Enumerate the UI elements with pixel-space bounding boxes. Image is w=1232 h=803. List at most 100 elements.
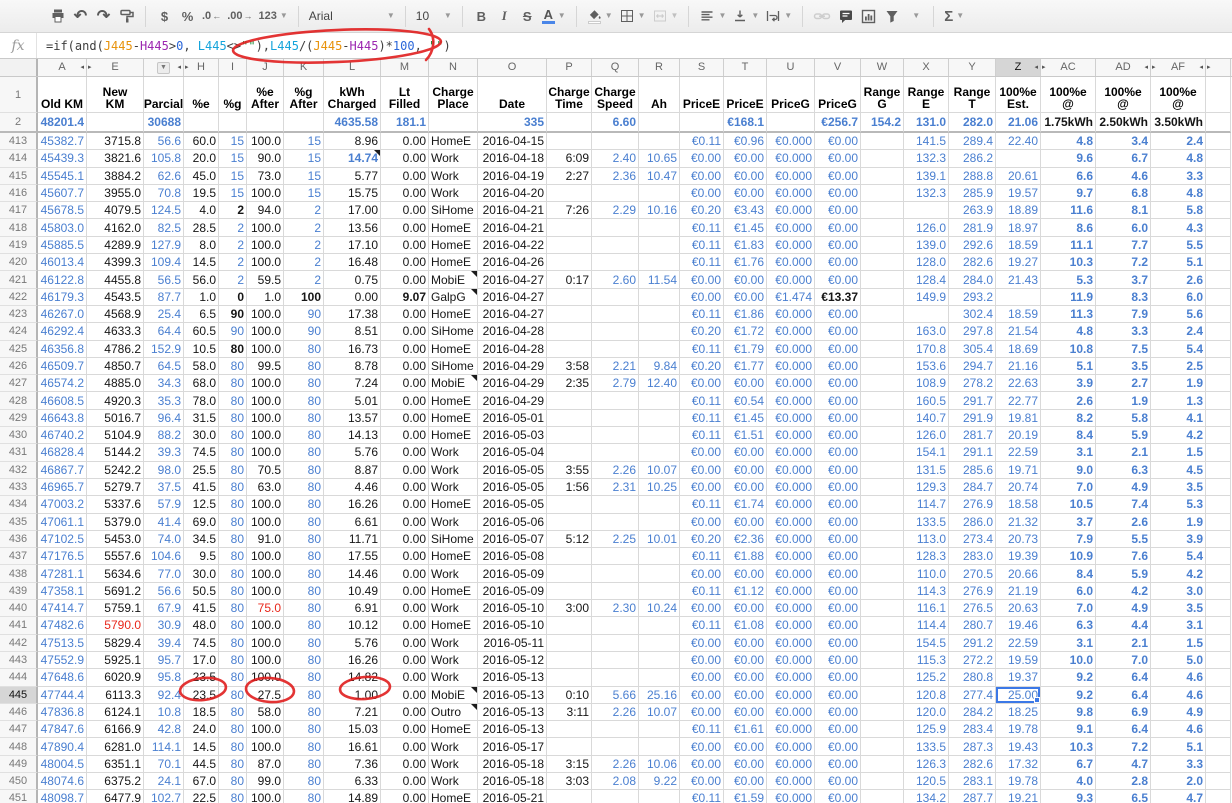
cell-V443[interactable]: €0.00	[815, 652, 861, 669]
cell-AF445[interactable]: 4.6	[1151, 687, 1206, 704]
cell-Z433[interactable]: 20.74	[996, 479, 1041, 496]
row-header-450[interactable]: 450	[0, 773, 38, 790]
cell-Y435[interactable]: 286.0	[949, 514, 996, 531]
cell-AC448[interactable]: 10.3	[1041, 738, 1096, 755]
cell-E443[interactable]: 5925.1	[87, 652, 144, 669]
cell-S445[interactable]: €0.00	[680, 687, 724, 704]
cell-W419[interactable]	[861, 237, 904, 254]
cell-AC429[interactable]: 8.2	[1041, 410, 1096, 427]
cell-W423[interactable]	[861, 306, 904, 323]
cell-A439[interactable]: 47358.1	[38, 583, 87, 600]
row-header-421[interactable]: 421	[0, 271, 38, 288]
cell-AF441[interactable]: 3.1	[1151, 617, 1206, 634]
cell-N432[interactable]: Work	[429, 462, 478, 479]
column-header-AC[interactable]: AC▸	[1041, 59, 1096, 76]
cell-Z436[interactable]: 20.73	[996, 531, 1041, 548]
cell-R417[interactable]: 10.16	[639, 202, 680, 219]
cell-stub[interactable]	[1206, 514, 1231, 531]
cell-W422[interactable]	[861, 289, 904, 306]
row-header-432[interactable]: 432	[0, 462, 38, 479]
cell-I422[interactable]: 0	[219, 289, 247, 306]
cell-T446[interactable]: €0.00	[724, 704, 767, 721]
cell-R415[interactable]: 10.47	[639, 168, 680, 185]
cell-Z414[interactable]	[996, 150, 1041, 167]
cell-J443[interactable]: 100.0	[247, 652, 284, 669]
cell-stub[interactable]	[1206, 773, 1231, 790]
cell-R416[interactable]	[639, 185, 680, 202]
cell-I421[interactable]: 2	[219, 271, 247, 288]
cell-F449[interactable]: 70.1	[144, 756, 184, 773]
cell-F433[interactable]: 37.5	[144, 479, 184, 496]
cell-S430[interactable]: €0.11	[680, 427, 724, 444]
cell-A433[interactable]: 46965.7	[38, 479, 87, 496]
cell-U418[interactable]: €0.000	[767, 219, 815, 236]
cell-X447[interactable]: 125.9	[904, 721, 949, 738]
cell-K422[interactable]: 100	[284, 289, 324, 306]
cell-M416[interactable]: 0.00	[381, 185, 429, 202]
cell-AF428[interactable]: 1.3	[1151, 392, 1206, 409]
cell-K447[interactable]: 80	[284, 721, 324, 738]
cell-V444[interactable]: €0.00	[815, 669, 861, 686]
row-header-420[interactable]: 420	[0, 254, 38, 271]
cell-K451[interactable]: 80	[284, 790, 324, 803]
cell-E422[interactable]: 4543.5	[87, 289, 144, 306]
cell-H423[interactable]: 6.5	[184, 306, 219, 323]
cell-M2[interactable]: 181.1	[381, 113, 429, 133]
cell-R1[interactable]: Ah	[639, 77, 680, 113]
cell-F419[interactable]: 127.9	[144, 237, 184, 254]
cell-J2[interactable]	[247, 113, 284, 133]
cell-I429[interactable]: 80	[219, 410, 247, 427]
cell-M426[interactable]: 0.00	[381, 358, 429, 375]
cell-N413[interactable]: HomeE	[429, 133, 478, 150]
cell-K428[interactable]: 80	[284, 392, 324, 409]
cell-stub[interactable]	[1206, 496, 1231, 513]
redo-button[interactable]: ↷	[92, 4, 115, 28]
cell-W442[interactable]	[861, 635, 904, 652]
cell-O417[interactable]: 2016-04-21	[478, 202, 547, 219]
cell-F444[interactable]: 95.8	[144, 669, 184, 686]
cell-K436[interactable]: 80	[284, 531, 324, 548]
cell-P445[interactable]: 0:10	[547, 687, 592, 704]
cell-S434[interactable]: €0.11	[680, 496, 724, 513]
cell-S439[interactable]: €0.11	[680, 583, 724, 600]
cell-K450[interactable]: 80	[284, 773, 324, 790]
cell-O434[interactable]: 2016-05-05	[478, 496, 547, 513]
cell-K431[interactable]: 80	[284, 444, 324, 461]
cell-J436[interactable]: 91.0	[247, 531, 284, 548]
cell-O441[interactable]: 2016-05-10	[478, 617, 547, 634]
cell-Z447[interactable]: 19.78	[996, 721, 1041, 738]
cell-P418[interactable]	[547, 219, 592, 236]
cell-AD442[interactable]: 2.1	[1096, 635, 1151, 652]
cell-W436[interactable]	[861, 531, 904, 548]
cell-H428[interactable]: 78.0	[184, 392, 219, 409]
cell-X417[interactable]	[904, 202, 949, 219]
cell-I419[interactable]: 2	[219, 237, 247, 254]
format-currency-button[interactable]: $	[153, 4, 176, 28]
cell-T422[interactable]: €0.00	[724, 289, 767, 306]
cell-AF446[interactable]: 4.9	[1151, 704, 1206, 721]
cell-F442[interactable]: 39.4	[144, 635, 184, 652]
cell-U425[interactable]: €0.000	[767, 341, 815, 358]
cell-I420[interactable]: 2	[219, 254, 247, 271]
cell-AF429[interactable]: 4.1	[1151, 410, 1206, 427]
insert-comment-button[interactable]	[834, 4, 857, 28]
cell-Y416[interactable]: 285.9	[949, 185, 996, 202]
cell-O420[interactable]: 2016-04-26	[478, 254, 547, 271]
cell-stub[interactable]	[1206, 738, 1231, 755]
cell-I418[interactable]: 2	[219, 219, 247, 236]
cell-stub[interactable]	[1206, 790, 1231, 803]
cell-Z446[interactable]: 18.25	[996, 704, 1041, 721]
increase-decimals-button[interactable]: .00→	[224, 4, 255, 28]
cell-U438[interactable]: €0.000	[767, 565, 815, 582]
cell-AD445[interactable]: 6.4	[1096, 687, 1151, 704]
cell-X426[interactable]: 153.6	[904, 358, 949, 375]
hidden-columns-icon[interactable]: ◂	[177, 59, 181, 76]
cell-X424[interactable]: 163.0	[904, 323, 949, 340]
cell-Q414[interactable]: 2.40	[592, 150, 639, 167]
cell-A1[interactable]: Old KM	[38, 77, 87, 113]
cell-AD438[interactable]: 5.9	[1096, 565, 1151, 582]
cell-P436[interactable]: 5:12	[547, 531, 592, 548]
cell-X1[interactable]: Range E	[904, 77, 949, 113]
cell-Y413[interactable]: 289.4	[949, 133, 996, 150]
cell-stub[interactable]	[1206, 306, 1231, 323]
